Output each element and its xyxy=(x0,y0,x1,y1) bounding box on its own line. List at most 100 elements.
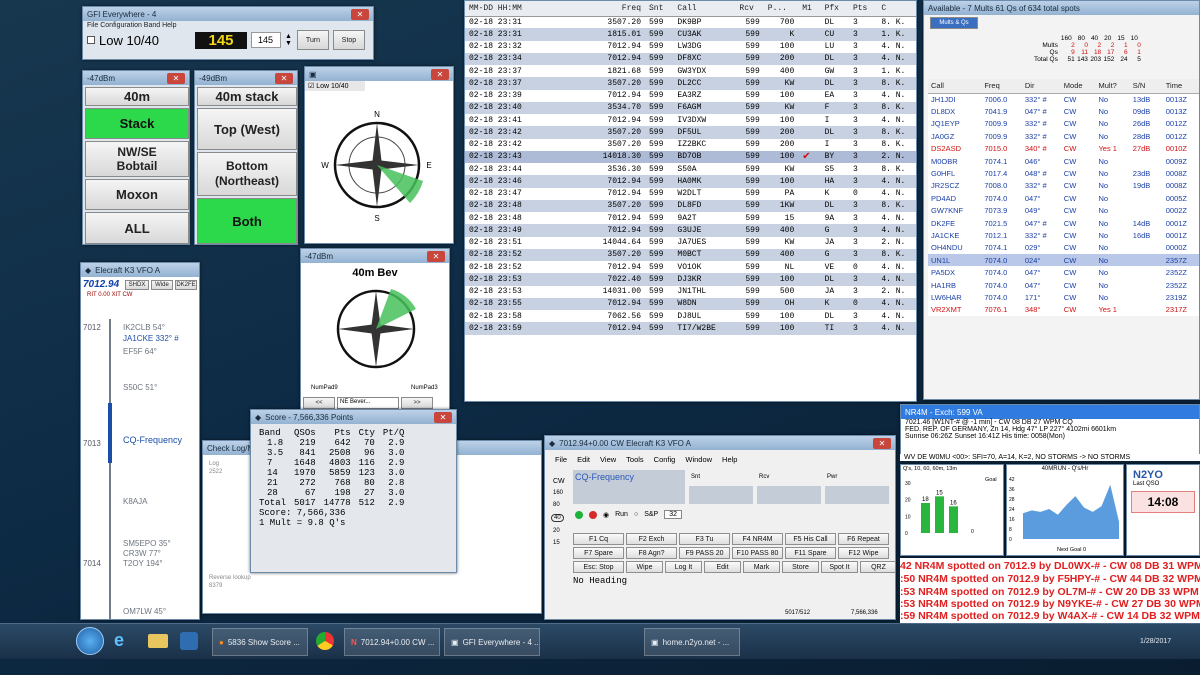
spot-row[interactable]: JR2SCZ 7008.0 332° # CW No 19dB 0008Z xyxy=(928,179,1199,193)
function-key-button[interactable]: F10 PASS 80 xyxy=(732,547,783,559)
gfi-checkbox[interactable] xyxy=(87,36,95,44)
bandmap-spot[interactable]: SM5EPO 35° xyxy=(123,539,171,548)
spots-col-mode[interactable]: Mode xyxy=(1060,79,1096,94)
col-c[interactable]: C xyxy=(877,1,916,17)
col-m1[interactable]: M1 xyxy=(798,1,821,17)
log-row[interactable]: 02-18 23:42 3507.20 599 DF5UL 599 200 DL 3 8. K. xyxy=(465,126,916,139)
taskbar-item-gfi[interactable]: ▣ GFI Everywhere - 4 ... xyxy=(444,628,540,656)
col-pfx[interactable]: Pfx xyxy=(820,1,849,17)
log-row[interactable]: 02-18 23:46 7012.94 599 HA0MK 599 100 HA 3 4. N. xyxy=(465,175,916,188)
start-button[interactable] xyxy=(76,627,104,655)
function-key-button[interactable]: F5 His Call xyxy=(785,533,836,545)
menu-help[interactable]: Help xyxy=(722,455,737,464)
all-button[interactable]: ALL xyxy=(85,212,189,244)
turn-button[interactable]: Turn xyxy=(297,30,329,50)
function-key-button[interactable]: Log It xyxy=(665,561,702,573)
close-icon[interactable]: ✕ xyxy=(167,72,185,84)
bandmap-cq-frequency[interactable]: CQ-Frequency xyxy=(123,435,182,445)
spot-row[interactable]: LW6HAR 7074.0 171° CW No 2319Z xyxy=(928,291,1199,304)
col-freq[interactable]: Freq xyxy=(583,1,645,17)
function-key-button[interactable]: F9 PASS 20 xyxy=(679,547,730,559)
function-key-button[interactable]: F2 Exch xyxy=(626,533,677,545)
band-160[interactable]: 160 xyxy=(553,490,563,496)
col-datetime[interactable]: MM-DD HH:MM xyxy=(465,1,583,17)
spot-row[interactable]: JH1JDI 7006.0 332° # CW No 13dB 0013Z xyxy=(928,93,1199,106)
taskbar-item-n2yo[interactable]: ▣ home.n2yo.net - ... xyxy=(644,628,740,656)
function-key-button[interactable]: F11 Spare xyxy=(785,547,836,559)
function-key-button[interactable]: Esc: Stop xyxy=(573,561,624,573)
log-row[interactable]: 02-18 23:31 1815.01 599 CU3AK 599 K CU 3 1. K. xyxy=(465,28,916,41)
close-icon[interactable]: ✕ xyxy=(351,8,369,20)
log-row[interactable]: 02-18 23:41 7012.94 599 IV3DXW 599 100 I 3 4. N. xyxy=(465,114,916,127)
ie-icon[interactable]: e xyxy=(114,630,124,651)
spot-row[interactable]: G0HFL 7017.4 048° # CW No 23dB 0008Z xyxy=(928,167,1199,180)
bandmap-spot[interactable]: S50C 51° xyxy=(123,383,157,392)
close-icon[interactable]: ✕ xyxy=(275,72,293,84)
function-key-button[interactable]: Mark xyxy=(743,561,780,573)
log-row[interactable]: 02-18 23:32 7012.94 599 LW3DG 599 100 LU 3 4. N. xyxy=(465,40,916,53)
run-radio[interactable]: ◉ xyxy=(603,511,609,519)
close-icon[interactable]: ✕ xyxy=(431,68,449,80)
band-40m-button[interactable]: 40m xyxy=(85,87,189,106)
spot-row[interactable]: DS2ASD 7015.0 340° # CW Yes 1 27dB 0010Z xyxy=(928,142,1199,155)
function-key-button[interactable]: QRZ xyxy=(860,561,895,573)
next-button[interactable]: >> xyxy=(401,397,433,409)
log-row[interactable]: 02-18 23:37 1821.68 599 GW3YDX 599 400 GW 3 1. K… xyxy=(465,65,916,78)
log-row[interactable]: 02-18 23:42 3507.20 599 IZ2BKC 599 200 I 3 8. K. xyxy=(465,138,916,151)
speed-input[interactable]: 32 xyxy=(664,510,682,519)
log-row[interactable]: 02-18 23:48 3507.20 599 DL8FD 599 1KW DL 3 8. K. xyxy=(465,199,916,212)
col-call[interactable]: Call xyxy=(673,1,736,17)
spot-row[interactable]: PD4AD 7074.0 047° CW No 0005Z xyxy=(928,192,1199,205)
band-15[interactable]: 15 xyxy=(553,540,560,546)
stack-button[interactable]: Stack xyxy=(85,108,189,139)
stop-button[interactable]: Stop xyxy=(333,30,365,50)
log-row[interactable]: 02-18 23:39 7012.94 599 EA3RZ 599 100 EA 3 4. N. xyxy=(465,89,916,102)
spot-line[interactable]: :50 NR4M spotted on 7012.9 by F5HPY-# - … xyxy=(900,573,1200,585)
spot-row[interactable]: JA1CKE 7012.1 332° # CW No 16dB 0001Z xyxy=(928,229,1199,242)
log-row[interactable]: 02-18 23:51 14044.64 599 JA7UES 599 KW JA 3 2. N… xyxy=(465,236,916,249)
mults-qs-tab[interactable]: Mults & Qs xyxy=(930,17,978,29)
moxon-button[interactable]: Moxon xyxy=(85,179,189,210)
band-80[interactable]: 80 xyxy=(553,502,560,508)
log-row[interactable]: 02-18 23:59 7012.94 599 TI7/W2BE 599 100 TI 3 4.… xyxy=(465,322,916,335)
taskbar-item-entry[interactable]: N 7012.94+0.00 CW ... xyxy=(344,628,440,656)
top-west-button[interactable]: Top (West) xyxy=(197,108,297,150)
sp-radio[interactable]: ○ xyxy=(634,511,638,518)
log-row[interactable]: 02-18 23:34 7012.94 599 DF8XC 599 200 DL 3 4. N. xyxy=(465,52,916,65)
both-button[interactable]: Both xyxy=(197,198,297,244)
col-power[interactable]: P... xyxy=(763,1,799,17)
pwr-input[interactable] xyxy=(825,486,889,504)
function-key-button[interactable]: F12 Wipe xyxy=(838,547,889,559)
spots-col-mult[interactable]: Mult? xyxy=(1095,79,1130,94)
spot-row[interactable]: JQ1EYP 7009.9 332° # CW No 26dB 0012Z xyxy=(928,117,1199,131)
gfi-spin-input[interactable]: 145 xyxy=(251,32,281,48)
spot-row[interactable]: DL8DX 7041.9 047° # CW No 09dB 0013Z xyxy=(928,105,1199,118)
col-rcv[interactable]: Rcv xyxy=(735,1,764,17)
bandmap-spot[interactable]: JA1CKE 332° # xyxy=(123,334,179,343)
rcv-input[interactable] xyxy=(757,486,821,504)
spot-line[interactable]: :53 NR4M spotted on 7012.9 by OL7M-# - C… xyxy=(900,586,1200,598)
bandmap-spot[interactable]: IK2CLB 54° xyxy=(123,323,165,332)
qso-log-table[interactable]: MM-DD HH:MM Freq Snt Call Rcv P... M1 Pf… xyxy=(465,1,916,335)
menu-view[interactable]: View xyxy=(600,455,616,464)
col-pts[interactable]: Pts xyxy=(848,1,878,17)
gfi-menu[interactable]: File Configuration Band Help xyxy=(83,21,373,30)
antenna-select[interactable]: NE Bever... xyxy=(337,397,399,409)
close-icon[interactable]: ✕ xyxy=(427,250,445,262)
shdx-button[interactable]: SHDX xyxy=(125,279,149,290)
spot-line[interactable]: :53 NR4M spotted on 7012.9 by N9YKE-# - … xyxy=(900,598,1200,610)
log-row[interactable]: 02-18 23:37 3507.20 599 DL2CC 599 KW DL 3 8. K. xyxy=(465,77,916,90)
function-key-button[interactable]: F1 Cq xyxy=(573,533,624,545)
bandmap-spot[interactable]: CR3W 77° xyxy=(123,549,161,558)
function-key-button[interactable]: F3 Tu xyxy=(679,533,730,545)
close-icon[interactable]: ✕ xyxy=(873,437,891,449)
chrome-icon[interactable] xyxy=(316,632,334,650)
spot-line[interactable]: 42 NR4M spotted on 7012.9 by DL0WX-# - C… xyxy=(900,560,1200,572)
spot-row[interactable]: VR2XMT 7076.1 348° CW Yes 1 2317Z xyxy=(928,303,1199,317)
spots-col-call[interactable]: Call xyxy=(928,79,982,94)
bandmap-spot[interactable]: T2OY 194° xyxy=(123,559,163,568)
log-row[interactable]: 02-18 23:53 14031.00 599 JN1THL 599 500 JA 3 2. … xyxy=(465,285,916,298)
spots-table[interactable]: Call Freq Dir Mode Mult? S/N Time JH1JDI… xyxy=(928,79,1199,317)
log-row[interactable]: 02-18 23:55 7012.94 599 W8DN 599 OH K 0 4. N. xyxy=(465,297,916,310)
wide-button[interactable]: Wide xyxy=(151,279,173,290)
